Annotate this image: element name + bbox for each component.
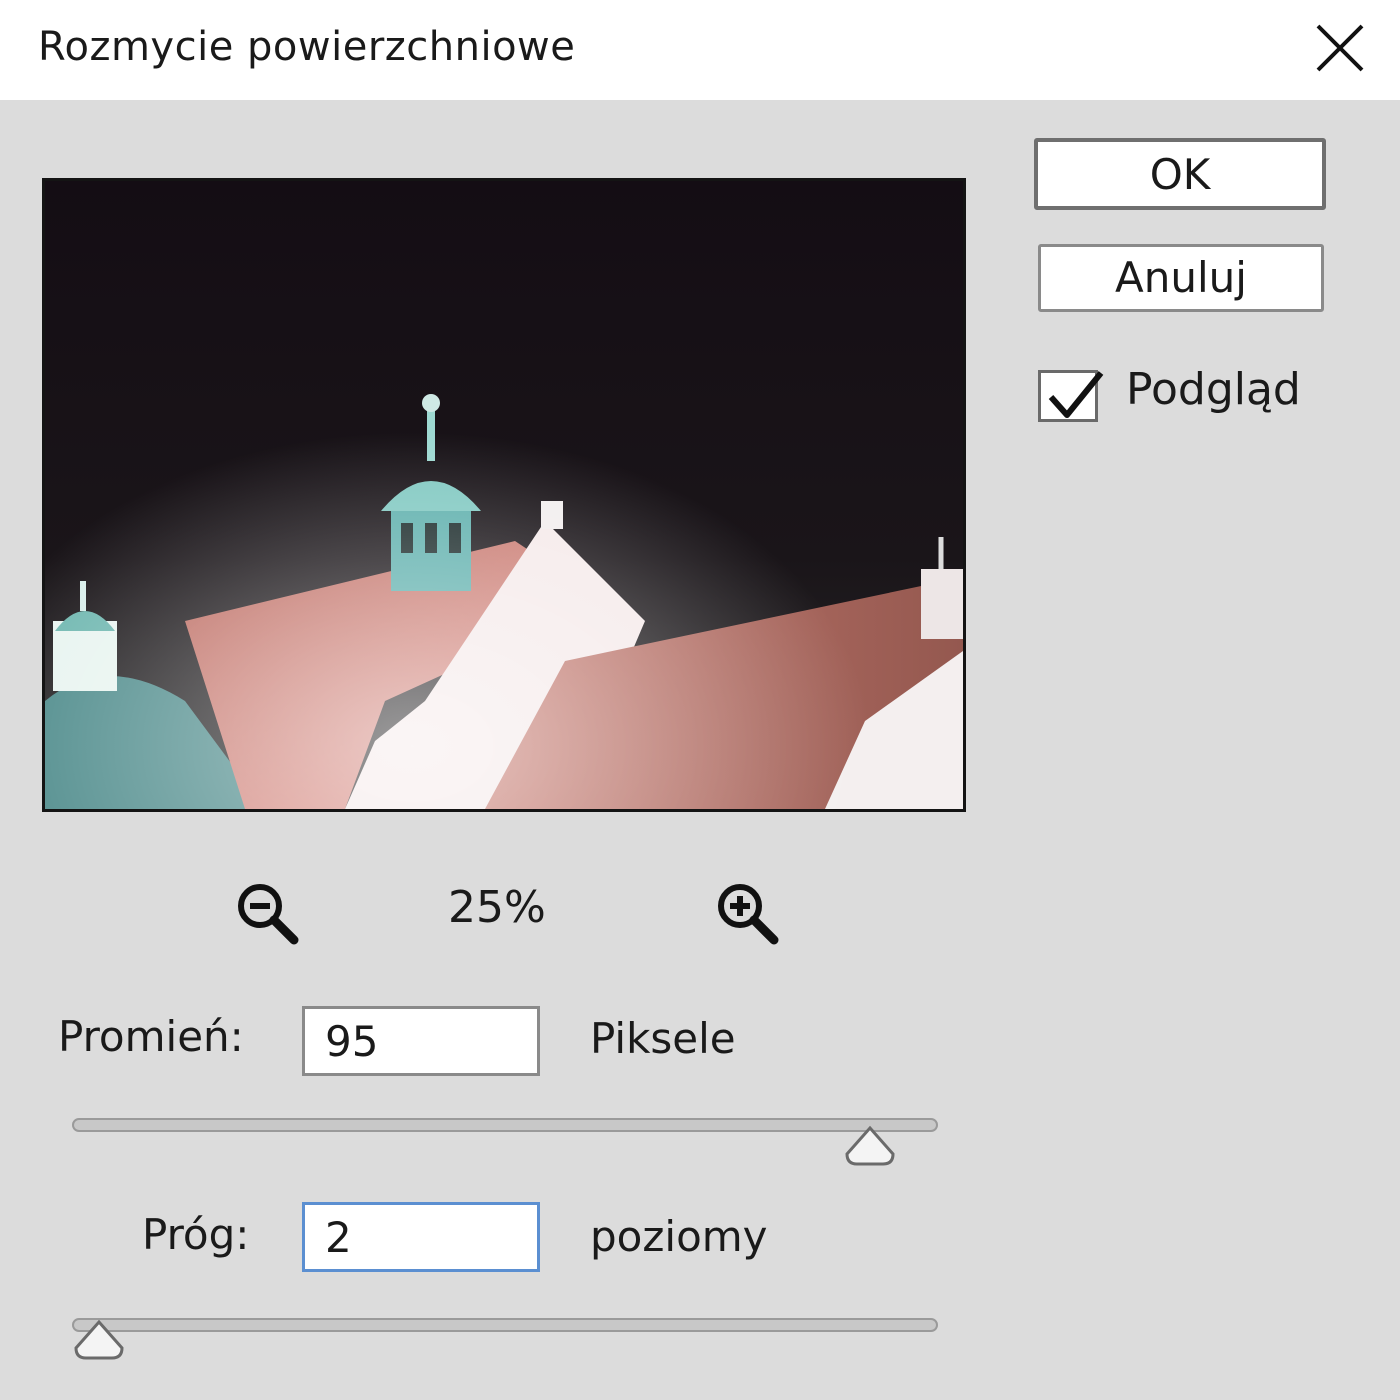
threshold-label: Próg: [142,1210,250,1259]
zoom-in-icon[interactable] [712,878,782,948]
close-icon[interactable] [1312,20,1368,76]
radius-slider-track[interactable] [72,1118,938,1132]
checkmark-icon [1048,371,1104,418]
threshold-slider-track[interactable] [72,1318,938,1332]
ok-button[interactable]: OK [1034,138,1326,210]
zoom-out-icon[interactable] [232,878,302,948]
title-bar: Rozmycie powierzchniowe [0,0,1400,100]
cancel-button[interactable]: Anuluj [1038,244,1324,312]
preview-checkbox-label[interactable]: Podgląd [1126,364,1301,415]
zoom-level: 25% [448,882,546,933]
threshold-unit: poziomy [590,1212,768,1261]
radius-label: Promień: [58,1012,244,1061]
radius-slider-thumb[interactable] [843,1124,897,1168]
dialog-title: Rozmycie powierzchniowe [38,24,576,70]
radius-input[interactable] [302,1006,540,1076]
threshold-input[interactable] [302,1202,540,1272]
preview-image[interactable] [42,178,966,812]
preview-checkbox[interactable] [1038,370,1104,422]
radius-unit: Piksele [590,1014,736,1063]
threshold-slider-thumb[interactable] [72,1318,126,1362]
